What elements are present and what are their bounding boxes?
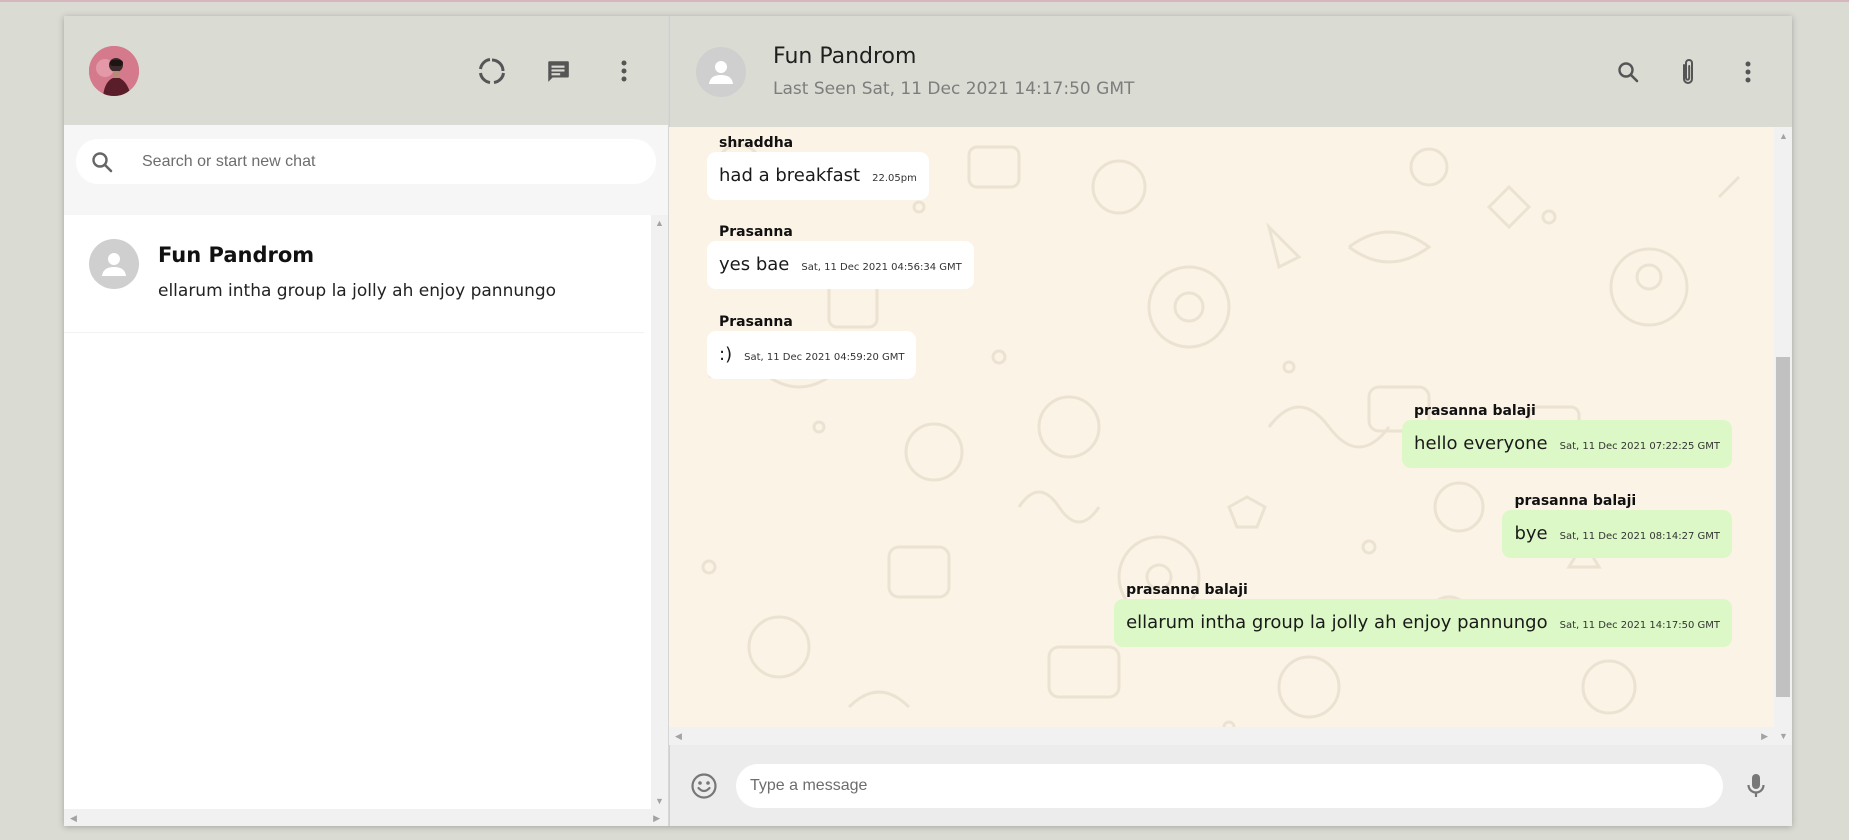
- attach-button[interactable]: [1668, 52, 1708, 92]
- chat-last-message: ellarum intha group la jolly ah enjoy pa…: [158, 281, 557, 301]
- last-seen: Last Seen Sat, 11 Dec 2021 14:17:50 GMT: [773, 79, 1135, 99]
- chat-name: Fun Pandrom: [158, 243, 315, 267]
- default-user-icon: [709, 60, 733, 84]
- chat-avatar: [89, 239, 139, 289]
- message-sender: prasanna balaji: [1126, 582, 1248, 598]
- search-bar: [64, 125, 668, 215]
- conversation-header-actions: [1608, 52, 1768, 92]
- scroll-left-icon[interactable]: ◀: [70, 813, 77, 823]
- top-accent-line: [0, 0, 1849, 2]
- message-bubble[interactable]: bye Sat, 11 Dec 2021 08:14:27 GMT: [1502, 510, 1732, 558]
- sidebar-header-actions: [472, 51, 644, 91]
- conversation-menu-button[interactable]: [1728, 52, 1768, 92]
- default-user-icon: [102, 253, 126, 276]
- conversation-pane: Fun Pandrom Last Seen Sat, 11 Dec 2021 1…: [669, 16, 1792, 826]
- message-item: prasanna balaji hello everyone Sat, 11 D…: [1402, 403, 1732, 468]
- message-time: 22.05pm: [872, 173, 917, 184]
- status-button[interactable]: [472, 51, 512, 91]
- scroll-right-icon[interactable]: ▶: [1761, 731, 1768, 741]
- search-box: [76, 139, 656, 184]
- message-time: Sat, 11 Dec 2021 07:22:25 GMT: [1559, 441, 1720, 452]
- user-photo-icon: [89, 45, 139, 96]
- conversation-info[interactable]: Fun Pandrom Last Seen Sat, 11 Dec 2021 1…: [773, 44, 1608, 99]
- scroll-left-icon[interactable]: ◀: [675, 731, 682, 741]
- message-item: Prasanna :) Sat, 11 Dec 2021 04:59:20 GM…: [707, 314, 917, 379]
- search-messages-button[interactable]: [1608, 52, 1648, 92]
- conversation-avatar[interactable]: [696, 46, 746, 97]
- message-composer: [669, 745, 1792, 826]
- message-text: hello everyone: [1414, 433, 1548, 454]
- message-time: Sat, 11 Dec 2021 08:14:27 GMT: [1559, 531, 1720, 542]
- message-bubble[interactable]: yes bae Sat, 11 Dec 2021 04:56:34 GMT: [707, 241, 974, 289]
- message-time: Sat, 11 Dec 2021 14:17:50 GMT: [1559, 620, 1720, 631]
- search-icon: [92, 151, 113, 172]
- message-text: yes bae: [719, 254, 790, 275]
- scroll-down-icon[interactable]: ▼: [1779, 731, 1788, 741]
- chat-list-vertical-scrollbar[interactable]: ▲ ▼: [651, 215, 668, 809]
- message-sender: Prasanna: [719, 224, 793, 240]
- chat-list-item[interactable]: Fun Pandrom ellarum intha group la jolly…: [64, 215, 644, 333]
- new-chat-icon: [548, 60, 569, 82]
- message-input[interactable]: [736, 763, 1723, 808]
- message-bubble[interactable]: hello everyone Sat, 11 Dec 2021 07:22:25…: [1402, 420, 1732, 468]
- sidebar-header: [64, 16, 668, 125]
- message-sender: prasanna balaji: [1514, 493, 1637, 509]
- message-text: ellarum intha group la jolly ah enjoy pa…: [1126, 612, 1548, 633]
- search-icon: [1618, 61, 1639, 82]
- message-text: :): [719, 344, 733, 365]
- new-chat-button[interactable]: [538, 51, 578, 91]
- conversation-header: Fun Pandrom Last Seen Sat, 11 Dec 2021 1…: [669, 16, 1792, 127]
- status-icon: [479, 57, 505, 84]
- search-input[interactable]: [142, 152, 582, 171]
- message-sender: prasanna balaji: [1414, 403, 1536, 419]
- scroll-up-icon[interactable]: ▲: [1779, 131, 1788, 141]
- conversation-name: Fun Pandrom: [773, 44, 917, 69]
- message-item: prasanna balaji ellarum intha group la j…: [1114, 582, 1732, 647]
- scroll-right-icon[interactable]: ▶: [653, 813, 660, 823]
- emoji-icon: [691, 772, 717, 799]
- message-area: shraddha had a breakfast 22.05pm Prasann…: [669, 127, 1792, 745]
- message-sender: shraddha: [719, 135, 794, 151]
- emoji-button[interactable]: [684, 766, 724, 806]
- message-text: bye: [1514, 523, 1548, 544]
- message-bubble[interactable]: had a breakfast 22.05pm: [707, 152, 929, 200]
- more-vert-icon: [1745, 61, 1751, 82]
- message-text: had a breakfast: [719, 165, 861, 186]
- scroll-up-icon[interactable]: ▲: [655, 218, 664, 228]
- scrollbar-thumb[interactable]: [1776, 357, 1790, 697]
- scroll-down-icon[interactable]: ▼: [655, 796, 664, 806]
- more-vert-icon: [621, 60, 627, 81]
- mic-icon: [1747, 773, 1765, 797]
- message-item: prasanna balaji bye Sat, 11 Dec 2021 08:…: [1502, 493, 1732, 558]
- message-vertical-scrollbar[interactable]: ▲ ▼: [1774, 127, 1792, 745]
- message-item: shraddha had a breakfast 22.05pm: [707, 135, 929, 200]
- message-bubble[interactable]: :) Sat, 11 Dec 2021 04:59:20 GMT: [707, 331, 917, 379]
- app-window: Fun Pandrom ellarum intha group la jolly…: [64, 16, 1792, 826]
- mic-button[interactable]: [1736, 766, 1776, 806]
- chat-list: Fun Pandrom ellarum intha group la jolly…: [64, 215, 668, 826]
- sidebar-menu-button[interactable]: [604, 51, 644, 91]
- message-horizontal-scrollbar[interactable]: ◀ ▶: [669, 727, 1774, 745]
- message-sender: Prasanna: [719, 314, 793, 330]
- sidebar: Fun Pandrom ellarum intha group la jolly…: [64, 16, 669, 826]
- message-bubble[interactable]: ellarum intha group la jolly ah enjoy pa…: [1114, 599, 1732, 647]
- message-item: Prasanna yes bae Sat, 11 Dec 2021 04:56:…: [707, 224, 974, 289]
- chat-list-horizontal-scrollbar[interactable]: ◀ ▶: [64, 809, 668, 826]
- attach-icon: [1683, 58, 1693, 84]
- message-time: Sat, 11 Dec 2021 04:56:34 GMT: [801, 262, 962, 273]
- message-time: Sat, 11 Dec 2021 04:59:20 GMT: [744, 352, 905, 363]
- profile-avatar[interactable]: [89, 45, 139, 96]
- chat-info: Fun Pandrom ellarum intha group la jolly…: [158, 239, 556, 332]
